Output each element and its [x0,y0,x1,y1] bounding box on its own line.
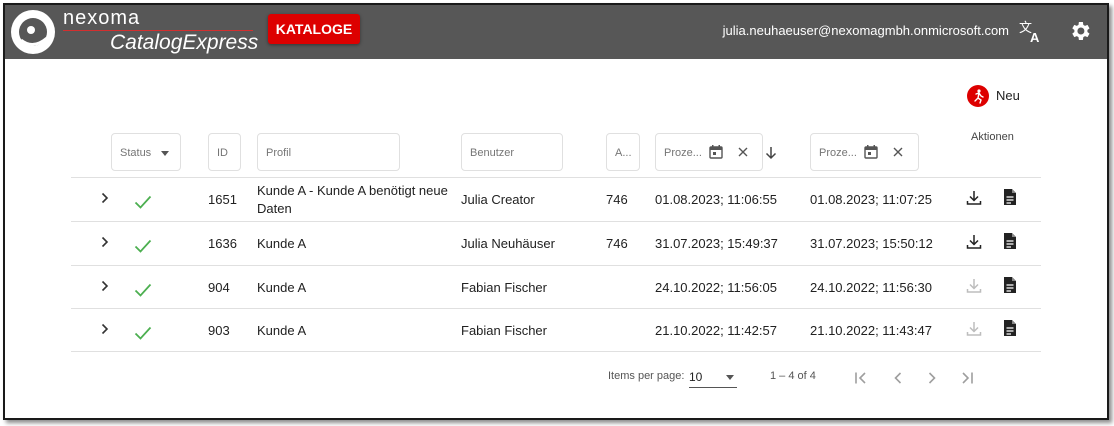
prozess-end-filter-label: Proze... [819,147,857,159]
calendar-icon[interactable] [709,145,723,159]
download-icon [966,322,982,336]
clear-icon[interactable] [891,145,905,159]
chevron-down-icon [726,375,734,380]
download-icon[interactable] [966,190,982,206]
gear-icon[interactable] [1068,19,1092,43]
chevron-right-icon[interactable] [101,323,109,335]
next-page-icon[interactable] [925,371,939,385]
status-filter[interactable]: Status [111,133,181,171]
kataloge-button[interactable]: KATALOGE [268,14,360,44]
prozess-end-filter[interactable]: Proze... [810,133,919,171]
row-id: 903 [208,323,230,338]
row-profil: Kunde A [257,236,307,251]
benutzer-filter[interactable]: Benutzer [461,133,563,171]
chevron-right-icon[interactable] [101,280,109,292]
prozess-start-filter-label: Proze... [664,147,702,159]
check-icon [134,195,152,209]
profil-filter-label: Profil [266,147,292,159]
document-icon[interactable] [1003,188,1017,206]
benutzer-filter-label: Benutzer [470,147,515,159]
row-benutzer: Julia Neuhäuser [461,236,555,251]
app-window: nexoma CatalogExpress KATALOGE julia.neu… [3,3,1109,420]
row-start: 01.08.2023; 11:06:55 [655,192,777,207]
brand-name: nexoma [63,7,141,29]
run-icon [967,85,989,107]
row-profil: Kunde A - Kunde A benötigt neue [257,183,448,198]
anzahl-filter[interactable]: A... [606,133,640,171]
clear-icon[interactable] [736,145,750,159]
sort-arrow-down-icon[interactable] [765,146,777,160]
range-label: 1 – 4 of 4 [770,370,816,382]
document-icon[interactable] [1003,319,1017,337]
table-row[interactable]: 1636 Kunde A Julia Neuhäuser 746 31.07.2… [71,221,1041,265]
row-end: 24.10.2022; 11:56:30 [810,280,932,295]
table-row[interactable]: 1651 Kunde A - Kunde A benötigt neue Dat… [71,177,1041,221]
first-page-icon[interactable] [854,371,868,385]
check-icon [134,283,152,297]
previous-page-icon[interactable] [891,371,905,385]
row-start: 21.10.2022; 11:42:57 [655,323,777,338]
document-icon[interactable] [1003,276,1017,294]
status-filter-label: Status [120,147,152,159]
chevron-right-icon[interactable] [101,236,109,248]
row-benutzer: Julia Creator [461,192,535,207]
check-icon [134,326,152,340]
row-benutzer: Fabian Fischer [461,323,547,338]
row-benutzer: Fabian Fischer [461,280,547,295]
items-per-page-label: Items per page: [608,370,685,382]
page-size-select[interactable]: 10 [689,369,737,388]
row-id: 904 [208,280,230,295]
row-end: 31.07.2023; 15:50:12 [810,236,933,251]
logo-icon [11,10,55,54]
download-icon [966,279,982,293]
page-size-value: 10 [689,370,703,384]
translate-icon[interactable]: 文 A [1018,18,1044,44]
row-anzahl: 746 [606,192,628,207]
row-end: 21.10.2022; 11:43:47 [810,323,932,338]
row-start: 31.07.2023; 15:49:37 [655,236,778,251]
new-button-label: Neu [996,88,1020,103]
brand-product: CatalogExpress [110,31,259,54]
row-profil-line2: Daten [257,201,292,216]
top-bar: nexoma CatalogExpress KATALOGE julia.neu… [5,5,1107,59]
user-email[interactable]: julia.neuhaeuser@nexomagmbh.onmicrosoft.… [723,5,1009,57]
download-icon[interactable] [966,234,982,250]
brand-logo: nexoma CatalogExpress [63,7,263,55]
table-bottom-divider [71,351,1041,352]
row-id: 1651 [208,192,237,207]
profil-filter[interactable]: Profil [257,133,400,171]
document-icon[interactable] [1003,232,1017,250]
check-icon [134,239,152,253]
chevron-down-icon [161,151,169,156]
svg-text:A: A [1030,30,1040,44]
last-page-icon[interactable] [960,371,974,385]
row-profil: Kunde A [257,280,307,295]
row-end: 01.08.2023; 11:07:25 [810,192,932,207]
row-anzahl: 746 [606,236,628,251]
row-profil: Kunde A [257,323,307,338]
chevron-right-icon[interactable] [101,192,109,204]
row-id: 1636 [208,236,237,251]
id-filter-label: ID [217,147,228,159]
table-row[interactable]: 903 Kunde A Fabian Fischer 21.10.2022; 1… [71,308,1041,352]
prozess-start-filter[interactable]: Proze... [655,133,763,171]
calendar-icon[interactable] [864,145,878,159]
id-filter[interactable]: ID [208,133,241,171]
actions-header: Aktionen [971,131,1014,143]
anzahl-filter-label: A... [615,147,632,159]
row-start: 24.10.2022; 11:56:05 [655,280,777,295]
table-row[interactable]: 904 Kunde A Fabian Fischer 24.10.2022; 1… [71,265,1041,309]
